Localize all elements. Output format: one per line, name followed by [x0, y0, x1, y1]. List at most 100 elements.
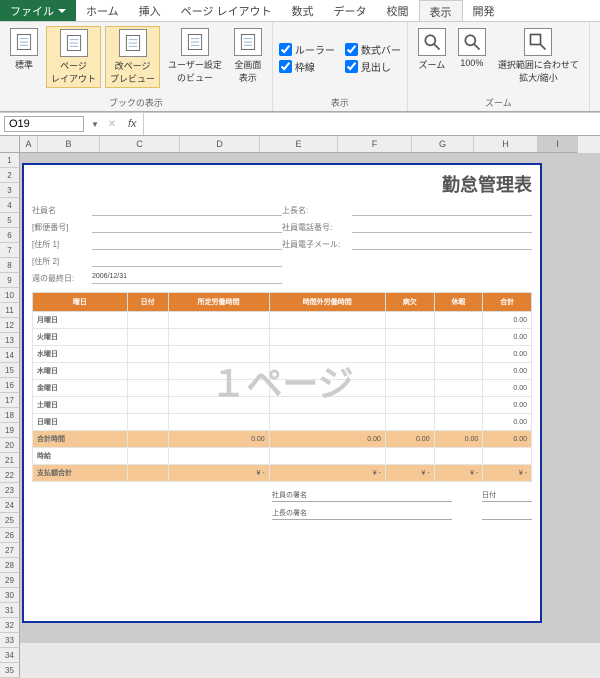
row-header-17[interactable]: 17	[0, 393, 20, 408]
row-header-35[interactable]: 35	[0, 663, 20, 678]
grid[interactable]: 勤怠管理表 社員名上長名: [郵便番号]社員電話番号: [住所 1]社員電子メー…	[20, 153, 600, 643]
table-header: 合計	[483, 293, 532, 312]
row-header-19[interactable]: 19	[0, 423, 20, 438]
table-header: 時間外労働時間	[269, 293, 385, 312]
row-header-29[interactable]: 29	[0, 573, 20, 588]
row-header-30[interactable]: 30	[0, 588, 20, 603]
col-header-H[interactable]: H	[474, 136, 538, 153]
table-header: 病欠	[385, 293, 434, 312]
column-headers: ABCDEFGHI	[0, 136, 600, 153]
cancel-icon: ✕	[102, 119, 122, 130]
col-header-D[interactable]: D	[180, 136, 260, 153]
zoom-selection-icon	[524, 28, 552, 56]
table-sum-row: 時給	[33, 448, 532, 465]
row-header-2[interactable]: 2	[0, 168, 20, 183]
table-row: 月曜日0.00	[33, 312, 532, 329]
row-header-13[interactable]: 13	[0, 333, 20, 348]
tab-review[interactable]: 校閲	[377, 0, 419, 21]
tab-page-layout[interactable]: ページ レイアウト	[171, 0, 282, 21]
row-header-16[interactable]: 16	[0, 378, 20, 393]
tab-view[interactable]: 表示	[419, 0, 463, 21]
row-header-5[interactable]: 5	[0, 213, 20, 228]
tab-home[interactable]: ホーム	[76, 0, 129, 21]
sig-date: 日付	[482, 490, 532, 502]
page-icon	[10, 28, 38, 56]
file-tab[interactable]: ファイル	[0, 0, 76, 21]
row-header-22[interactable]: 22	[0, 468, 20, 483]
row-header-10[interactable]: 10	[0, 288, 20, 303]
row-header-33[interactable]: 33	[0, 633, 20, 648]
row-header-28[interactable]: 28	[0, 558, 20, 573]
row-header-12[interactable]: 12	[0, 318, 20, 333]
row-header-9[interactable]: 9	[0, 273, 20, 288]
zoom-button[interactable]: ズーム	[414, 26, 450, 73]
view-button-2[interactable]: 改ページ プレビュー	[105, 26, 160, 88]
col-header-G[interactable]: G	[412, 136, 474, 153]
table-row: 木曜日0.00	[33, 363, 532, 380]
row-header-4[interactable]: 4	[0, 198, 20, 213]
row-header-25[interactable]: 25	[0, 513, 20, 528]
row-header-27[interactable]: 27	[0, 543, 20, 558]
col-header-F[interactable]: F	[338, 136, 412, 153]
label-phone: 社員電話番号:	[282, 222, 352, 233]
group-label: 表示	[331, 96, 349, 109]
select-all-corner[interactable]	[0, 136, 20, 153]
col-header-C[interactable]: C	[100, 136, 180, 153]
name-box[interactable]: O19	[4, 116, 84, 132]
page-icon	[60, 29, 88, 57]
view-button-4[interactable]: 全画面 表示	[230, 26, 266, 86]
table-row: 金曜日0.00	[33, 380, 532, 397]
check-headings[interactable]: 見出し	[345, 59, 401, 74]
col-header-A[interactable]: A	[20, 136, 38, 153]
group-label: ブックの表示	[109, 96, 163, 109]
view-button-1[interactable]: ページ レイアウト	[46, 26, 101, 88]
view-button-0[interactable]: 標準	[6, 26, 42, 73]
fx-icon[interactable]: fx	[122, 118, 143, 130]
row-header-18[interactable]: 18	[0, 408, 20, 423]
row-header-34[interactable]: 34	[0, 648, 20, 663]
table-header: 休暇	[434, 293, 483, 312]
tab-formulas[interactable]: 数式	[282, 0, 324, 21]
row-header-14[interactable]: 14	[0, 348, 20, 363]
table-row: 火曜日0.00	[33, 329, 532, 346]
col-header-B[interactable]: B	[38, 136, 100, 153]
view-button-3[interactable]: ユーザー設定 のビュー	[164, 26, 226, 86]
row-header-1[interactable]: 1	[0, 153, 20, 168]
check-formula-bar[interactable]: 数式バー	[345, 42, 401, 57]
row-header-26[interactable]: 26	[0, 528, 20, 543]
week-end-value: 2006/12/31	[92, 273, 282, 284]
check-ruler[interactable]: ルーラー	[279, 42, 335, 57]
label-addr1: [住所 1]	[32, 239, 92, 250]
row-header-15[interactable]: 15	[0, 363, 20, 378]
col-header-I[interactable]: I	[538, 136, 578, 153]
table-header: 日付	[127, 293, 168, 312]
row-header-24[interactable]: 24	[0, 498, 20, 513]
formula-input[interactable]	[143, 113, 600, 135]
zoom-selection-button[interactable]: 選択範囲に合わせて 拡大/縮小	[494, 26, 583, 86]
table-header: 所定労働時間	[168, 293, 269, 312]
col-header-E[interactable]: E	[260, 136, 338, 153]
row-header-6[interactable]: 6	[0, 228, 20, 243]
name-box-dropdown-icon[interactable]: ▼	[88, 120, 102, 129]
check-gridlines[interactable]: 枠線	[279, 59, 335, 74]
row-header-11[interactable]: 11	[0, 303, 20, 318]
row-header-3[interactable]: 3	[0, 183, 20, 198]
zoom-100-button[interactable]: 100%	[454, 26, 490, 70]
tab-data[interactable]: データ	[324, 0, 377, 21]
group-workbook-views: 標準ページ レイアウト改ページ プレビューユーザー設定 のビュー全画面 表示 ブ…	[0, 22, 273, 111]
row-header-7[interactable]: 7	[0, 243, 20, 258]
print-page: 勤怠管理表 社員名上長名: [郵便番号]社員電話番号: [住所 1]社員電子メー…	[22, 163, 542, 623]
label-manager: 上長名:	[282, 205, 352, 216]
label-postal: [郵便番号]	[32, 222, 92, 233]
row-header-8[interactable]: 8	[0, 258, 20, 273]
label-week-end: 週の最終日:	[32, 273, 92, 284]
row-headers: 1234567891011121314151617181920212223242…	[0, 153, 20, 643]
row-header-20[interactable]: 20	[0, 438, 20, 453]
row-header-31[interactable]: 31	[0, 603, 20, 618]
tab-developer[interactable]: 開発	[463, 0, 505, 21]
page-icon	[234, 28, 262, 56]
row-header-23[interactable]: 23	[0, 483, 20, 498]
row-header-21[interactable]: 21	[0, 453, 20, 468]
sig-employee: 社員の署名	[272, 490, 452, 502]
tab-insert[interactable]: 挿入	[129, 0, 171, 21]
